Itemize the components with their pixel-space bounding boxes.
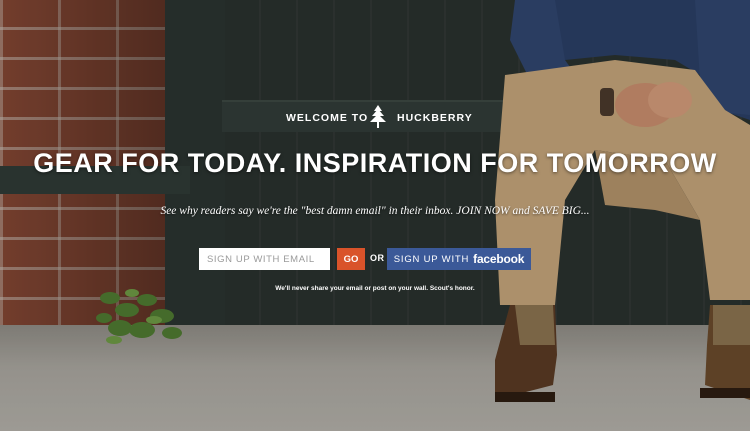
facebook-wordmark: facebook <box>473 252 525 266</box>
go-button[interactable]: GO <box>337 248 365 270</box>
facebook-signup-prefix: SIGN UP WITH <box>393 253 470 265</box>
hero-headline: GEAR FOR TODAY. INSPIRATION FOR TOMORROW <box>33 148 717 178</box>
privacy-note: We'll never share your email or post on … <box>275 285 475 292</box>
brand-name: HUCKBERRY <box>397 112 473 124</box>
brand-prefix: WELCOME TO <box>286 112 369 124</box>
brand-lockup: WELCOME TO HUCKBERRY <box>0 105 750 129</box>
email-signup-input[interactable] <box>199 248 330 270</box>
tree-icon <box>370 105 386 128</box>
hero-subheadline: See why readers say we're the "best damn… <box>160 205 590 217</box>
facebook-signup-button[interactable]: SIGN UP WITH facebook <box>387 248 531 270</box>
or-divider: OR <box>370 253 385 263</box>
